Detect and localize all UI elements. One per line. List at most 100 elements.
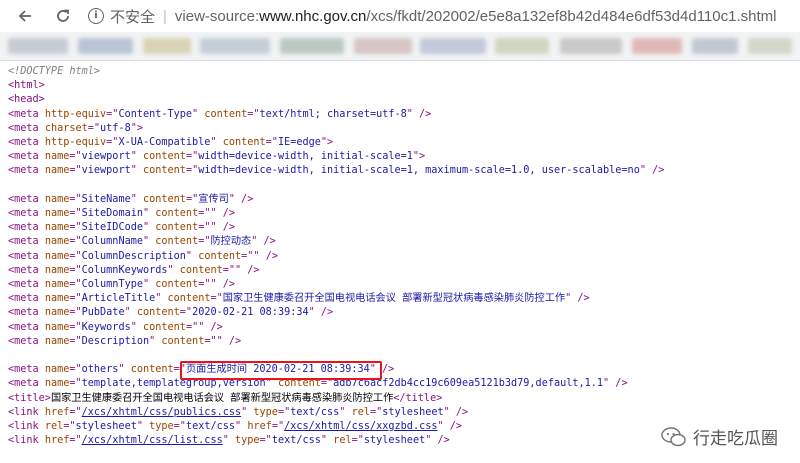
attr-value: ColumnDescription — [81, 250, 186, 262]
attr-quote: " — [130, 193, 137, 205]
attr-quote: =" — [106, 137, 119, 148]
source-link[interactable]: /xcs/xhtml/css/publics.css — [82, 407, 241, 418]
tag-name: <meta — [8, 108, 39, 120]
attr-quote: =" — [69, 193, 82, 205]
url-path: /xcs/fkdt/202002/e5e8a132ef8b42d484e6df5… — [366, 7, 777, 25]
bookmark-item[interactable] — [200, 38, 270, 54]
tag-end: /> — [241, 264, 260, 276]
attr-name: name — [44, 208, 70, 219]
source-line: <meta name="ColumnDescription" content="… — [8, 250, 278, 264]
info-icon[interactable]: i — [88, 8, 104, 24]
attr-quote: =" — [69, 208, 82, 219]
tag-end: > — [327, 137, 334, 148]
attr-quote: =" — [277, 406, 291, 418]
source-line: <meta name="ColumnName" content="防控动态" /… — [8, 235, 276, 249]
attr-quote: " — [155, 293, 162, 305]
attr-quote: " — [320, 435, 328, 447]
bookmark-item[interactable] — [748, 38, 792, 54]
attr-quote: " — [241, 406, 248, 418]
attr-name: rel — [44, 421, 64, 432]
bookmark-item[interactable] — [692, 38, 738, 54]
attr-quote: =" — [185, 151, 199, 163]
attr-name: name — [44, 293, 70, 305]
attr-quote: =" — [198, 222, 211, 234]
attr-quote: =" — [69, 165, 82, 177]
tag-name: <meta — [8, 222, 39, 234]
tag-end: /> — [216, 222, 236, 234]
attr-value: ColumnType — [81, 279, 143, 290]
attr-name: type — [235, 435, 260, 447]
security-label[interactable]: 不安全 — [110, 6, 155, 27]
attr-value: viewport — [81, 165, 131, 177]
tag-close: </title> — [393, 392, 443, 404]
source-line: <meta name="Keywords" content="" /> — [8, 321, 223, 335]
attr-value: ArticleTitle — [81, 293, 156, 305]
reload-icon[interactable] — [50, 3, 76, 29]
attr-quote: =" — [87, 122, 101, 134]
attr-quote: =" — [69, 364, 82, 376]
source-line: <meta name="ColumnKeywords" content="" /… — [8, 264, 260, 278]
tag-name: <meta — [8, 208, 39, 219]
tag-end: /> — [412, 108, 432, 120]
bookmark-item[interactable] — [495, 38, 549, 54]
attr-name: name — [44, 321, 70, 333]
tag-end: > — [136, 122, 143, 134]
bookmark-item[interactable] — [143, 38, 191, 54]
tag-name: <meta — [8, 307, 39, 319]
attr-value: text/css — [185, 421, 236, 432]
attr-quote: =" — [247, 108, 260, 120]
bookmark-item[interactable] — [8, 38, 68, 54]
bookmark-item[interactable] — [560, 38, 622, 54]
bookmark-item[interactable] — [420, 38, 486, 54]
attr-name: content — [143, 151, 186, 163]
attr-quote: " — [142, 208, 150, 219]
tag-name: <meta — [8, 165, 39, 177]
tag-name: <meta — [8, 279, 39, 290]
source-line: <meta name="PubDate" content="2020-02-21… — [8, 306, 333, 320]
attr-quote: =" — [173, 421, 186, 432]
bookmark-item[interactable] — [280, 38, 344, 54]
attr-quote: " — [130, 165, 137, 177]
attr-quote: =" — [222, 264, 236, 276]
attr-name: content — [222, 137, 266, 148]
attr-value: template,templategroup,version — [81, 378, 266, 390]
back-arrow-icon[interactable] — [12, 3, 38, 29]
bookmark-item[interactable] — [78, 38, 133, 54]
source-line: <meta name="SiteDomain" content="" /> — [8, 207, 235, 221]
bookmark-item[interactable] — [354, 38, 412, 54]
attr-name: name — [44, 151, 70, 163]
attr-quote: =" — [69, 406, 82, 418]
tag-end: /> — [443, 421, 463, 432]
tag-name: <meta — [8, 137, 39, 148]
attr-name: http-equiv — [44, 108, 107, 120]
attr-name: charset — [44, 122, 88, 134]
attr-quote: " — [149, 335, 156, 347]
tag-name: <link — [8, 406, 39, 418]
attr-quote: =" — [69, 435, 82, 447]
attr-quote: " — [142, 236, 150, 248]
bookmark-item[interactable] — [632, 38, 682, 54]
attr-quote: " — [142, 279, 150, 290]
tag-name: <html — [8, 80, 39, 92]
source-link[interactable]: /xcs/xhtml/css/list.css — [82, 435, 223, 446]
attr-value: others — [81, 364, 119, 376]
attr-name: content — [204, 108, 248, 120]
attr-value: Content-Type — [118, 108, 193, 120]
tag-name: <head — [8, 94, 39, 106]
source-line: <meta http-equiv="X-UA-Compatible" conte… — [8, 136, 333, 150]
watermark: 行走吃瓜圈 — [661, 424, 778, 449]
attr-value: text/css — [271, 435, 321, 447]
tag-name: <meta — [8, 378, 39, 390]
attr-name: name — [44, 279, 70, 290]
source-view: <!DOCTYPE html> <html> <head> <meta http-eq… — [0, 62, 800, 463]
attr-quote: =" — [320, 378, 334, 390]
tag-end: /> — [222, 335, 242, 347]
attr-quote: =" — [265, 137, 278, 148]
address-bar[interactable]: i 不安全 | view-source: www.nhc.gov.cn/xcs/f… — [88, 3, 778, 29]
attr-name: href — [44, 435, 70, 447]
source-link[interactable]: /xcs/xhtml/css/xxgzbd.css — [284, 421, 437, 432]
attr-name: content — [277, 378, 321, 390]
attr-quote: " — [222, 435, 229, 447]
attr-quote: =" — [198, 279, 211, 290]
doctype: <!DOCTYPE html> — [8, 66, 101, 77]
